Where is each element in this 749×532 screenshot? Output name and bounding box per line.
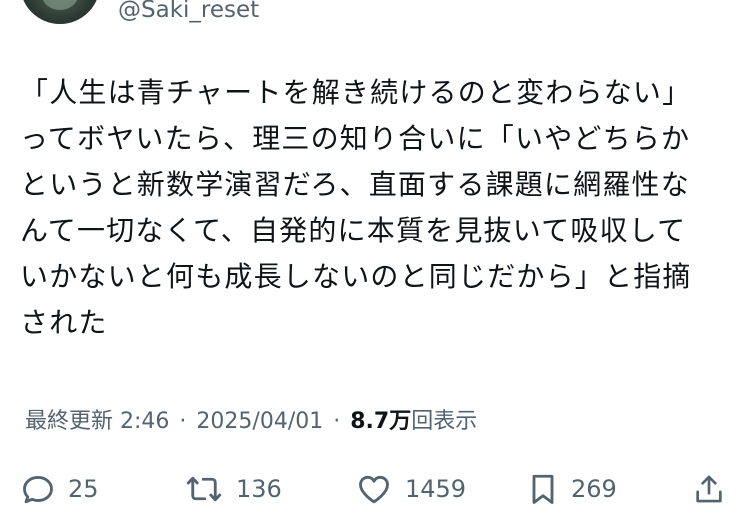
tweet-text-line: された [20,306,108,339]
tweet-text-line: 「人生は青チャートを解き続けるのと変わらない」 [20,76,692,109]
tweet-text-line: いかないと何も成長しないのと同じだから」と指摘 [20,260,692,293]
like-count: 1459 [405,475,467,503]
like-button[interactable]: 1459 [355,468,466,510]
avatar[interactable] [20,0,100,24]
reply-count: 25 [68,475,99,503]
tweet-text-line: ってボヤいたら、理三の知り合いに「いやどちらか [20,122,691,155]
view-label: 回表示 [411,409,478,434]
tweet-text-line: んて一切なくて、自発的に本質を見抜いて吸収して [20,214,687,247]
retweet-icon [184,471,224,507]
meta-separator: · [333,409,341,434]
heart-icon [355,471,393,507]
user-handle[interactable]: @Saki_reset [118,0,259,24]
bookmark-icon [527,471,559,507]
tweet-date[interactable]: 2025/04/01 [196,409,323,434]
share-icon [692,471,726,507]
tweet-text: 「人生は青チャートを解き続けるのと変わらない」 ってボヤいたら、理三の知り合いに… [20,70,725,346]
meta-separator: · [179,409,187,434]
retweet-count: 136 [236,475,282,503]
bookmark-count: 269 [571,475,617,503]
bookmark-button[interactable]: 269 [527,468,617,510]
avatar-image [42,0,78,10]
tweet-meta: 最終更新 2:46 · 2025/04/01 · 8.7万回表示 [25,407,477,437]
retweet-button[interactable]: 136 [184,468,282,510]
action-bar: 25 136 1459 269 [0,468,749,510]
tweet-time[interactable]: 2:46 [120,409,169,434]
view-count[interactable]: 8.7万 [350,409,411,434]
share-button[interactable] [692,468,726,510]
tweet-text-line: というと新数学演習だろ、直面する課題に網羅性な [20,168,690,201]
reply-button[interactable]: 25 [20,468,99,510]
last-updated-label: 最終更新 [25,409,114,434]
reply-icon [20,471,56,507]
